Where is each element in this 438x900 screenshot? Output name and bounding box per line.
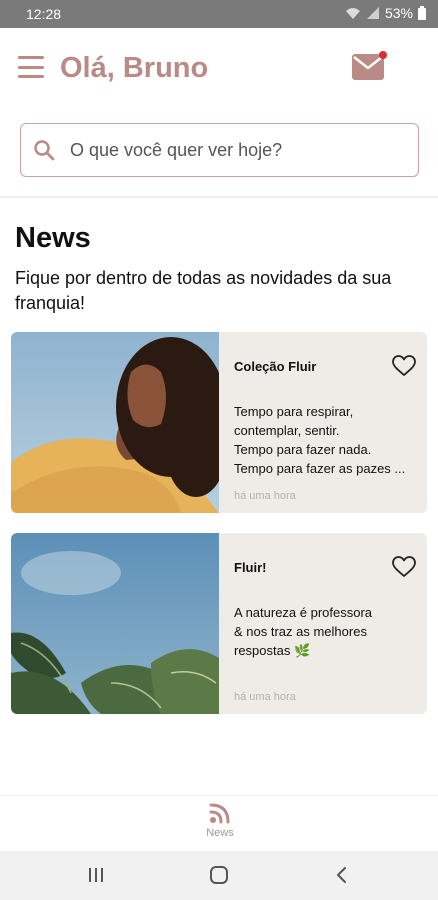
rss-icon	[209, 802, 231, 824]
battery-icon	[418, 6, 426, 20]
news-card-text: Tempo para respirar, contemplar, sentir.…	[234, 404, 406, 476]
news-card[interactable]: Fluir! A natureza é professora & nos tra…	[11, 533, 427, 714]
status-time: 12:28	[26, 6, 62, 22]
news-card-image	[11, 533, 219, 714]
status-bar: 12:28 53%	[0, 0, 438, 28]
recent-apps-icon[interactable]	[82, 863, 110, 887]
news-card-image	[11, 332, 219, 513]
greeting-title: Olá, Bruno	[60, 52, 209, 84]
app-header: Olá, Bruno	[0, 28, 438, 112]
back-icon[interactable]	[327, 863, 355, 887]
mail-icon[interactable]	[352, 51, 387, 82]
bottom-navigation: News	[0, 795, 438, 851]
news-card-title: Coleção Fluir	[234, 359, 317, 374]
news-card-text: A natureza é professora & nos traz as me…	[234, 605, 373, 658]
status-icons: 53%	[345, 5, 426, 21]
section-title: News	[15, 222, 91, 254]
news-card-content: Fluir! A natureza é professora & nos tra…	[219, 533, 427, 714]
system-navigation-bar	[0, 851, 438, 900]
section-subtitle: Fique por dentro de todas as novidades d…	[15, 268, 392, 313]
battery-percentage: 53%	[384, 5, 413, 21]
search-bar[interactable]	[20, 123, 419, 177]
search-input[interactable]	[70, 138, 410, 162]
news-card-time: há uma hora	[234, 490, 296, 502]
heart-icon[interactable]	[391, 555, 417, 579]
home-icon[interactable]	[205, 863, 233, 887]
nav-item-news[interactable]: News	[195, 800, 245, 848]
header-divider	[0, 196, 438, 198]
search-icon	[33, 139, 55, 161]
news-card-time: há uma hora	[234, 691, 296, 703]
notification-dot	[379, 51, 387, 59]
nav-item-label: News	[206, 827, 234, 839]
news-card-title: Fluir!	[234, 560, 267, 575]
heart-icon[interactable]	[391, 354, 417, 378]
hamburger-menu-icon[interactable]	[18, 56, 44, 78]
news-card[interactable]: Coleção Fluir Tempo para respirar, conte…	[11, 332, 427, 513]
news-card-content: Coleção Fluir Tempo para respirar, conte…	[219, 332, 427, 513]
wifi-icon	[345, 6, 361, 20]
signal-icon	[366, 6, 380, 20]
